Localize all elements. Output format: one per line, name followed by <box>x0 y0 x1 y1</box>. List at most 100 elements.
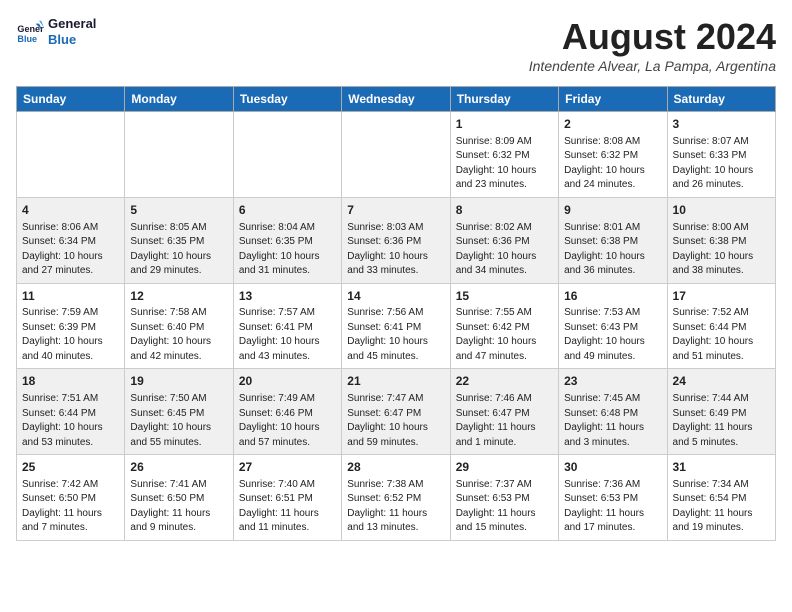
calendar-cell: 14Sunrise: 7:56 AMSunset: 6:41 PMDayligh… <box>342 283 450 369</box>
calendar-cell: 30 Sunrise: 7:36 AMSunset: 6:53 PMDayligh… <box>559 455 667 541</box>
calendar-week-2: 4Sunrise: 8:06 AMSunset: 6:34 PMDaylight… <box>17 197 776 283</box>
calendar-cell <box>233 112 341 198</box>
calendar-cell: 20Sunrise: 7:49 AMSunset: 6:46 PMDayligh… <box>233 369 341 455</box>
day-number: 6 <box>239 202 336 219</box>
day-number: 22 <box>456 373 553 390</box>
calendar-week-3: 11Sunrise: 7:59 AMSunset: 6:39 PMDayligh… <box>17 283 776 369</box>
calendar-cell: 2Sunrise: 8:08 AMSunset: 6:32 PMDaylight… <box>559 112 667 198</box>
day-info: Sunrise: 8:06 AMSunset: 6:34 PMDaylight:… <box>22 221 119 279</box>
calendar-cell: 26Sunrise: 7:41 AMSunset: 6:50 PMDayligh… <box>125 455 233 541</box>
calendar-cell: 15Sunrise: 7:55 AMSunset: 6:42 PMDayligh… <box>450 283 558 369</box>
calendar-cell: 5 Sunrise: 8:05 AMSunset: 6:35 PMDaylight… <box>125 197 233 283</box>
weekday-header-saturday: Saturday <box>667 87 775 112</box>
day-number: 24 <box>673 373 770 390</box>
calendar-cell: 9 Sunrise: 8:01 AMSunset: 6:38 PMDaylight… <box>559 197 667 283</box>
calendar-cell: 24Sunrise: 7:44 AMSunset: 6:49 PMDayligh… <box>667 369 775 455</box>
weekday-header-row: SundayMondayTuesdayWednesdayThursdayFrid… <box>17 87 776 112</box>
calendar-cell: 25 Sunrise: 7:42 AMSunset: 6:50 PMDayligh… <box>17 455 125 541</box>
day-info: Sunrise: 7:52 AMSunset: 6:44 PMDaylight:… <box>673 306 770 364</box>
day-number: 3 <box>673 116 770 133</box>
weekday-header-monday: Monday <box>125 87 233 112</box>
day-info: Sunrise: 8:02 AMSunset: 6:36 PMDaylight:… <box>456 221 553 279</box>
logo: General Blue General Blue <box>16 16 96 47</box>
calendar-week-5: 25 Sunrise: 7:42 AMSunset: 6:50 PMDayligh… <box>17 455 776 541</box>
day-number: 7 <box>347 202 444 219</box>
calendar-cell: 22Sunrise: 7:46 AMSunset: 6:47 PMDayligh… <box>450 369 558 455</box>
day-info: Sunrise: 7:58 AMSunset: 6:40 PMDaylight:… <box>130 306 227 364</box>
calendar-cell: 23Sunrise: 7:45 AMSunset: 6:48 PMDayligh… <box>559 369 667 455</box>
calendar-week-1: 1 Sunrise: 8:09 AMSunset: 6:32 PMDaylight… <box>17 112 776 198</box>
day-number: 14 <box>347 288 444 305</box>
calendar-cell <box>342 112 450 198</box>
day-number: 26 <box>130 459 227 476</box>
day-number: 16 <box>564 288 661 305</box>
day-number: 31 <box>673 459 770 476</box>
calendar-cell: 29 Sunrise: 7:37 AMSunset: 6:53 PMDayligh… <box>450 455 558 541</box>
calendar-cell: 11Sunrise: 7:59 AMSunset: 6:39 PMDayligh… <box>17 283 125 369</box>
calendar-week-4: 18 Sunrise: 7:51 AMSunset: 6:44 PMDayligh… <box>17 369 776 455</box>
day-info: Sunrise: 7:50 AMSunset: 6:45 PMDaylight:… <box>130 392 227 450</box>
day-number: 11 <box>22 288 119 305</box>
calendar-cell: 18 Sunrise: 7:51 AMSunset: 6:44 PMDayligh… <box>17 369 125 455</box>
calendar-cell: 8 Sunrise: 8:02 AMSunset: 6:36 PMDaylight… <box>450 197 558 283</box>
day-number: 5 <box>130 202 227 219</box>
weekday-header-thursday: Thursday <box>450 87 558 112</box>
calendar-cell: 1 Sunrise: 8:09 AMSunset: 6:32 PMDaylight… <box>450 112 558 198</box>
calendar-cell: 13Sunrise: 7:57 AMSunset: 6:41 PMDayligh… <box>233 283 341 369</box>
day-number: 28 <box>347 459 444 476</box>
calendar-cell: 21 Sunrise: 7:47 AMSunset: 6:47 PMDayligh… <box>342 369 450 455</box>
day-info: Sunrise: 7:42 AMSunset: 6:50 PMDaylight:… <box>22 478 119 536</box>
calendar-cell: 10Sunrise: 8:00 AMSunset: 6:38 PMDayligh… <box>667 197 775 283</box>
calendar-cell: 17Sunrise: 7:52 AMSunset: 6:44 PMDayligh… <box>667 283 775 369</box>
calendar-cell: 16Sunrise: 7:53 AMSunset: 6:43 PMDayligh… <box>559 283 667 369</box>
calendar-cell: 12Sunrise: 7:58 AMSunset: 6:40 PMDayligh… <box>125 283 233 369</box>
day-number: 1 <box>456 116 553 133</box>
calendar-cell <box>125 112 233 198</box>
day-number: 25 <box>22 459 119 476</box>
calendar-cell: 4Sunrise: 8:06 AMSunset: 6:34 PMDaylight… <box>17 197 125 283</box>
day-info: Sunrise: 7:49 AMSunset: 6:46 PMDaylight:… <box>239 392 336 450</box>
calendar-cell: 3 Sunrise: 8:07 AMSunset: 6:33 PMDaylight… <box>667 112 775 198</box>
day-number: 9 <box>564 202 661 219</box>
calendar-cell: 31 Sunrise: 7:34 AMSunset: 6:54 PMDayligh… <box>667 455 775 541</box>
logo-line1: General <box>48 16 96 32</box>
day-number: 2 <box>564 116 661 133</box>
day-info: Sunrise: 8:04 AMSunset: 6:35 PMDaylight:… <box>239 221 336 279</box>
day-number: 27 <box>239 459 336 476</box>
day-info: Sunrise: 8:07 AMSunset: 6:33 PMDaylight:… <box>673 135 770 193</box>
day-number: 17 <box>673 288 770 305</box>
weekday-header-wednesday: Wednesday <box>342 87 450 112</box>
day-info: Sunrise: 7:45 AMSunset: 6:48 PMDaylight:… <box>564 392 661 450</box>
day-info: Sunrise: 7:47 AMSunset: 6:47 PMDaylight:… <box>347 392 444 450</box>
day-info: Sunrise: 7:36 AMSunset: 6:53 PMDaylight:… <box>564 478 661 536</box>
day-number: 29 <box>456 459 553 476</box>
logo-icon: General Blue <box>16 18 44 46</box>
day-info: Sunrise: 7:38 AMSunset: 6:52 PMDaylight:… <box>347 478 444 536</box>
day-info: Sunrise: 8:05 AMSunset: 6:35 PMDaylight:… <box>130 221 227 279</box>
day-number: 13 <box>239 288 336 305</box>
day-info: Sunrise: 8:01 AMSunset: 6:38 PMDaylight:… <box>564 221 661 279</box>
day-number: 18 <box>22 373 119 390</box>
day-info: Sunrise: 7:34 AMSunset: 6:54 PMDaylight:… <box>673 478 770 536</box>
logo-line2: Blue <box>48 32 96 48</box>
calendar-cell: 27Sunrise: 7:40 AMSunset: 6:51 PMDayligh… <box>233 455 341 541</box>
day-info: Sunrise: 7:57 AMSunset: 6:41 PMDaylight:… <box>239 306 336 364</box>
day-number: 21 <box>347 373 444 390</box>
calendar-cell: 28 Sunrise: 7:38 AMSunset: 6:52 PMDayligh… <box>342 455 450 541</box>
page-header: General Blue General Blue August 2024 In… <box>16 16 776 74</box>
day-info: Sunrise: 7:56 AMSunset: 6:41 PMDaylight:… <box>347 306 444 364</box>
day-info: Sunrise: 8:09 AMSunset: 6:32 PMDaylight:… <box>456 135 553 193</box>
day-number: 19 <box>130 373 227 390</box>
svg-text:Blue: Blue <box>17 33 37 43</box>
calendar-cell: 6 Sunrise: 8:04 AMSunset: 6:35 PMDaylight… <box>233 197 341 283</box>
day-info: Sunrise: 7:51 AMSunset: 6:44 PMDaylight:… <box>22 392 119 450</box>
weekday-header-sunday: Sunday <box>17 87 125 112</box>
calendar-cell: 19 Sunrise: 7:50 AMSunset: 6:45 PMDayligh… <box>125 369 233 455</box>
weekday-header-friday: Friday <box>559 87 667 112</box>
month-title: August 2024 <box>529 16 776 58</box>
calendar-cell <box>17 112 125 198</box>
day-number: 30 <box>564 459 661 476</box>
weekday-header-tuesday: Tuesday <box>233 87 341 112</box>
day-number: 8 <box>456 202 553 219</box>
day-info: Sunrise: 7:37 AMSunset: 6:53 PMDaylight:… <box>456 478 553 536</box>
